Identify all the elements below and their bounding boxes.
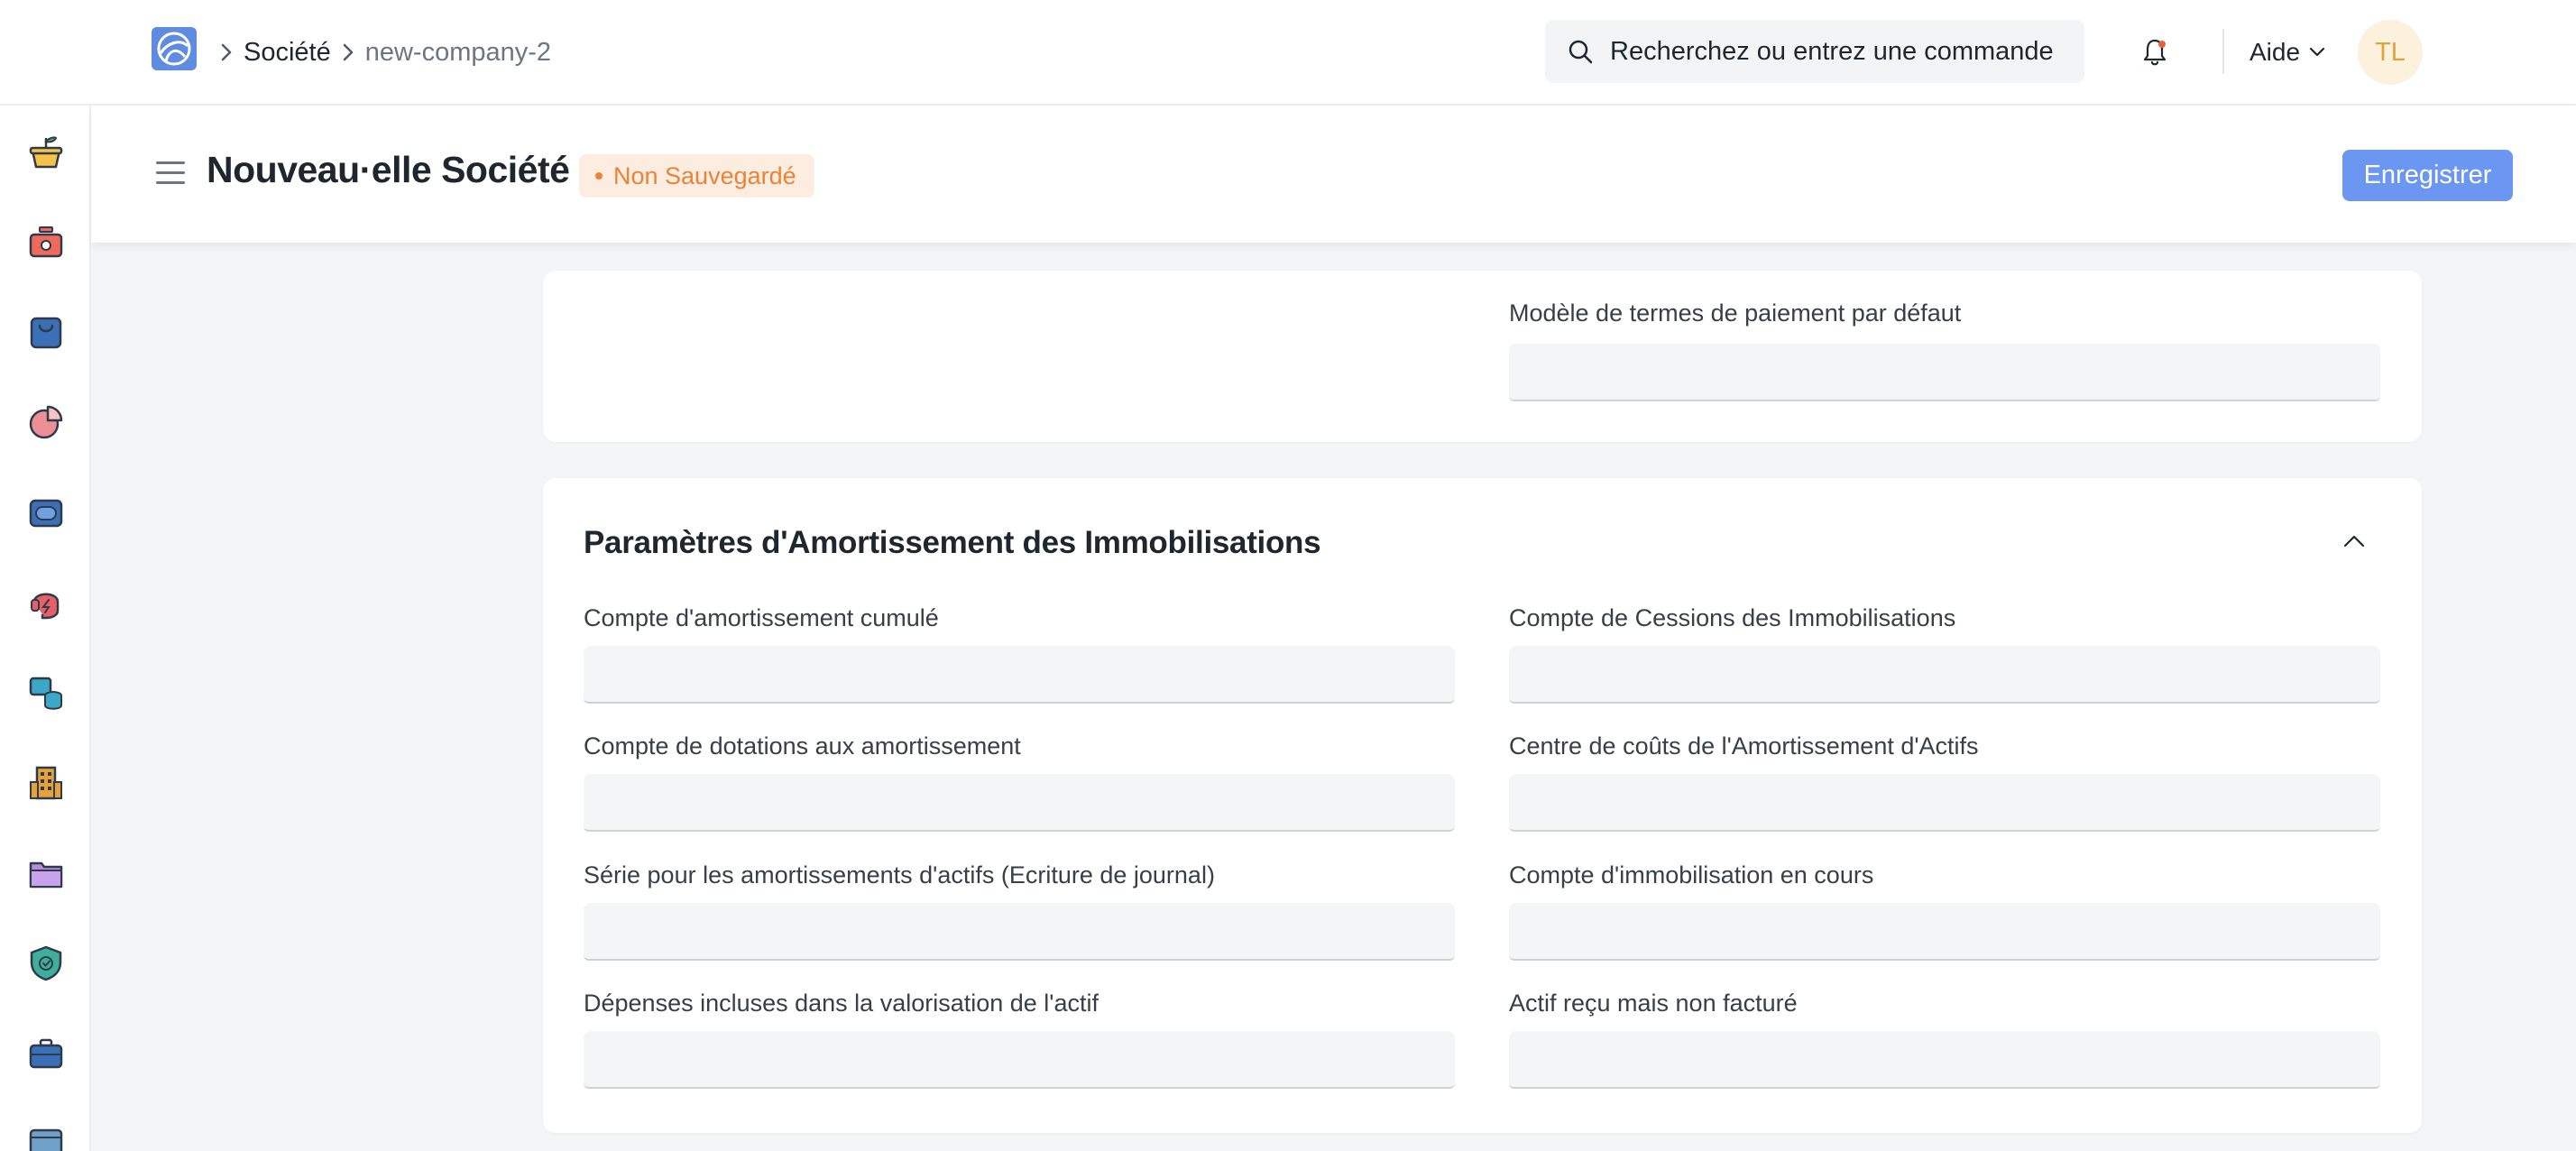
- inventory-icon[interactable]: [27, 493, 65, 531]
- payment-terms-input[interactable]: [1509, 344, 2380, 401]
- shopping-bag-icon[interactable]: [27, 313, 65, 351]
- chevron-right-icon: [342, 42, 354, 62]
- breadcrumb: Société new-company-2: [216, 34, 551, 70]
- payment-terms-card: Modèle de termes de paiement par défaut: [543, 271, 2422, 442]
- search-input[interactable]: [1610, 36, 2079, 67]
- depreciation-expense-label: Compte de dotations aux amortissement: [584, 732, 1021, 760]
- help-dropdown[interactable]: Aide: [2249, 34, 2325, 70]
- window-icon[interactable]: [27, 1125, 65, 1151]
- top-navbar: Société new-company-2 Aide TL: [0, 0, 2576, 106]
- section-title: Paramètres d'Amortissement des Immobilis…: [584, 525, 1321, 560]
- search-icon: [1569, 40, 1593, 64]
- status-label: Non Sauvegardé: [613, 161, 796, 189]
- depreciation-series-input[interactable]: [584, 903, 1455, 961]
- asset-received-not-billed-label: Actif reçu mais non facturé: [1509, 990, 1798, 1017]
- database-icon[interactable]: [27, 674, 65, 712]
- notification-bell-icon[interactable]: [2139, 36, 2170, 69]
- status-dot-icon: [595, 172, 603, 180]
- help-label: Aide: [2249, 38, 2301, 66]
- breadcrumb-current[interactable]: new-company-2: [365, 38, 551, 68]
- depreciation-series-label: Série pour les amortissements d'actifs (…: [584, 861, 1215, 889]
- depreciation-cost-center-input[interactable]: [1509, 774, 2380, 832]
- folder-icon[interactable]: [27, 854, 65, 892]
- support-icon[interactable]: [27, 584, 65, 622]
- cash-box-icon[interactable]: [27, 223, 65, 261]
- chevron-right-icon: [220, 42, 233, 62]
- accumulated-depreciation-label: Compte d'amortissement cumulé: [584, 604, 939, 631]
- depreciation-cost-center-label: Centre de coûts de l'Amortissement d'Act…: [1509, 732, 1979, 760]
- asset-disposal-label: Compte de Cessions des Immobilisations: [1509, 604, 1956, 631]
- cwip-account-label: Compte d'immobilisation en cours: [1509, 861, 1874, 889]
- asset-disposal-input[interactable]: [1509, 646, 2380, 704]
- expenses-in-valuation-input[interactable]: [584, 1031, 1455, 1089]
- building-icon[interactable]: [27, 764, 65, 802]
- depreciation-expense-input[interactable]: [584, 774, 1455, 832]
- plant-icon[interactable]: [27, 133, 65, 170]
- chevron-down-icon: [2309, 47, 2325, 57]
- navbar-divider: [2222, 29, 2224, 74]
- chevron-up-icon[interactable]: [2342, 534, 2366, 548]
- sidebar-toggle-icon[interactable]: [156, 161, 185, 187]
- shield-check-icon[interactable]: [27, 944, 65, 982]
- breadcrumb-link-societe[interactable]: Société: [244, 38, 331, 68]
- search-bar[interactable]: [1545, 20, 2084, 83]
- cwip-account-input[interactable]: [1509, 903, 2380, 961]
- app-logo-icon[interactable]: [152, 27, 197, 70]
- user-avatar[interactable]: TL: [2358, 20, 2423, 85]
- asset-received-not-billed-input[interactable]: [1509, 1031, 2380, 1089]
- status-badge: Non Sauvegardé: [579, 154, 814, 198]
- payment-terms-label: Modèle de termes de paiement par défaut: [1509, 299, 1962, 327]
- depreciation-settings-card: Paramètres d'Amortissement des Immobilis…: [543, 478, 2422, 1133]
- expenses-in-valuation-label: Dépenses incluses dans la valorisation d…: [584, 990, 1099, 1017]
- page-title: Nouveau·elle Société: [207, 149, 570, 190]
- sidebar: [0, 106, 91, 1151]
- pie-chart-icon[interactable]: [27, 403, 65, 441]
- save-button[interactable]: Enregistrer: [2342, 150, 2513, 201]
- page-header: Nouveau·elle Société Non Sauvegardé Enre…: [91, 106, 2576, 243]
- briefcase-icon[interactable]: [27, 1035, 65, 1073]
- accumulated-depreciation-input[interactable]: [584, 646, 1455, 704]
